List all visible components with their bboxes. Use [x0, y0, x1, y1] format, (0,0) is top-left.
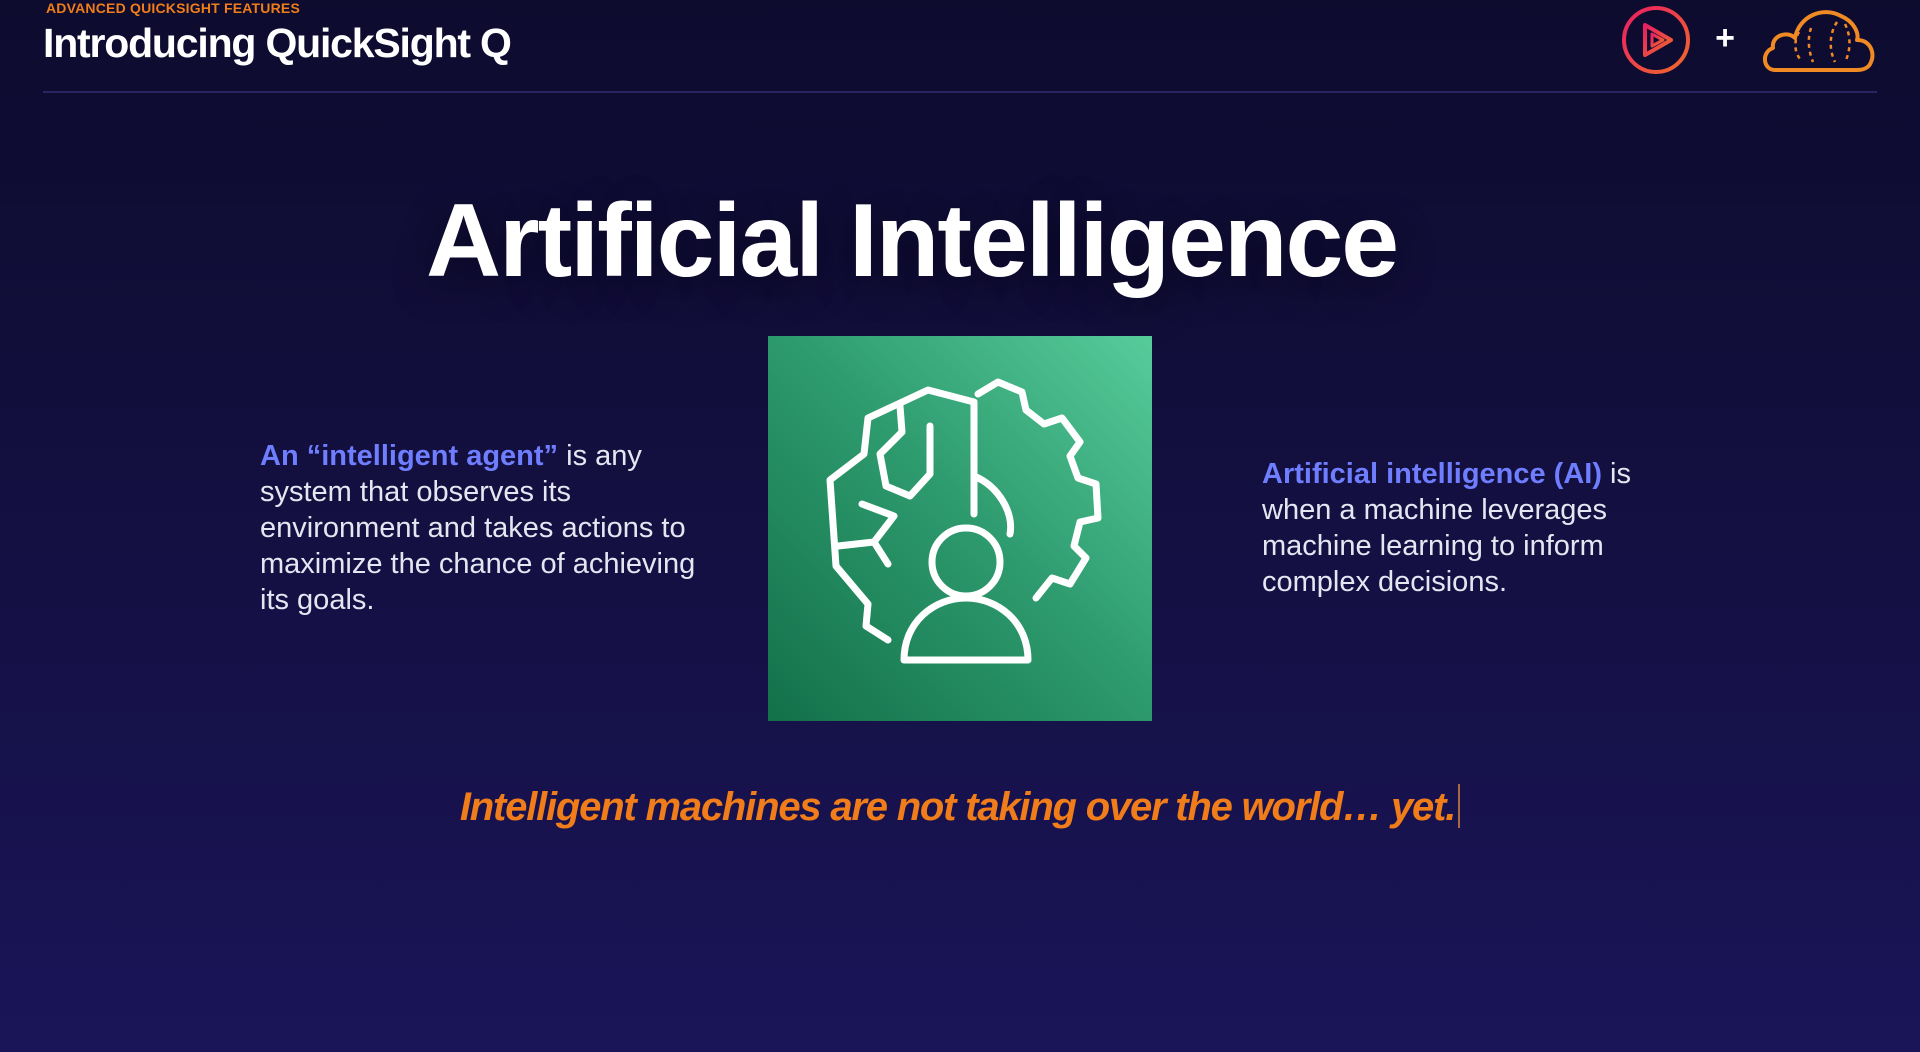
tagline: Intelligent machines are not taking over…: [0, 784, 1920, 830]
text-cursor: [1458, 784, 1461, 828]
tagline-text: Intelligent machines are not taking over…: [459, 785, 1456, 829]
ai-definition: Artificial intelligence (AI) is when a m…: [1262, 456, 1692, 600]
deck-title: Introducing QuickSight Q: [43, 20, 512, 66]
intelligent-agent-term: An “intelligent agent”: [260, 440, 559, 472]
brain-gear-person-icon: [826, 378, 1102, 664]
slide-heading: Artificial Intelligence: [426, 183, 1399, 299]
ai-term: Artificial intelligence (AI): [1262, 458, 1602, 490]
ai-icon-tile: [768, 336, 1152, 721]
intelligent-agent-definition: An “intelligent agent” is any system tha…: [260, 438, 710, 618]
section-label: ADVANCED QUICKSIGHT FEATURES: [46, 0, 300, 16]
acg-cloud-icon: [1763, 10, 1875, 72]
plus-sign: +: [1715, 19, 1735, 57]
slide-header: ADVANCED QUICKSIGHT FEATURES Introducing…: [43, 0, 1877, 92]
pluralsight-play-icon: [1622, 6, 1691, 74]
header-divider: [43, 91, 1877, 93]
brand-logos: +: [1621, 4, 1877, 76]
